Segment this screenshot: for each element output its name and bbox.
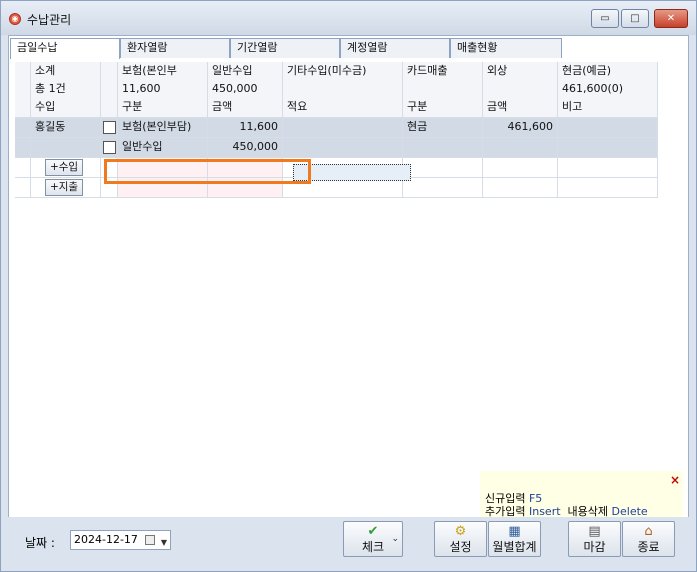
add-expense-button[interactable]: +지출 bbox=[45, 179, 83, 196]
monthly-total-label: 월별합계 bbox=[492, 540, 537, 554]
summary-values-row: 총 1건 11,600 450,000 461,600(0) bbox=[15, 80, 665, 100]
app-icon: ◉ bbox=[9, 13, 21, 25]
maximize-button[interactable]: □ bbox=[621, 9, 649, 28]
help-close-icon[interactable]: × bbox=[670, 473, 680, 487]
chevron-down-icon[interactable]: ▼ bbox=[161, 534, 167, 552]
card-sales-total bbox=[403, 80, 483, 100]
col-pay-amount: 금액 bbox=[483, 98, 558, 118]
header-insurance: 보험(본인부 bbox=[118, 62, 208, 82]
settings-label: 설정 bbox=[449, 540, 472, 554]
column-header-row: 수입 구분 금액 적요 구분 금액 비고 bbox=[15, 98, 665, 118]
highlight-box bbox=[104, 159, 311, 184]
app-window: ◉ 수납관리 ▭ □ ✕ 금일수납 환자열람 기간열람 계정열람 매출현황 소계… bbox=[0, 0, 697, 572]
row-category[interactable]: 일반수입 bbox=[118, 138, 208, 158]
patient-name[interactable]: 홍길동 bbox=[31, 118, 101, 138]
date-value[interactable]: 2024-12-17 bbox=[74, 533, 138, 546]
close-day-button[interactable]: ▤ 마감 bbox=[568, 521, 621, 557]
payments-grid: 소계 보험(본인부 일반수입 기타수입(미수금) 카드매출 외상 현금(예금) … bbox=[15, 62, 685, 198]
house-icon: ⌂ bbox=[644, 524, 653, 539]
row-pay-amount[interactable] bbox=[483, 138, 558, 158]
general-income-total: 450,000 bbox=[208, 80, 283, 100]
add-income-button[interactable]: +수입 bbox=[45, 159, 83, 176]
tab-sales-status[interactable]: 매출현황 bbox=[450, 38, 562, 58]
tab-period-browse[interactable]: 기간열람 bbox=[230, 38, 340, 58]
row-category[interactable]: 보험(본인부담) bbox=[118, 118, 208, 138]
row-note[interactable] bbox=[558, 118, 658, 138]
title-bar: ◉ 수납관리 ▭ □ ✕ bbox=[1, 1, 696, 35]
check-button[interactable]: ✔ 체크 ⌄ bbox=[343, 521, 403, 557]
header-cash: 현금(예금) bbox=[558, 62, 658, 82]
row-amount[interactable]: 450,000 bbox=[208, 138, 283, 158]
register-icon: ▤ bbox=[588, 524, 601, 539]
col-pay-type: 구분 bbox=[403, 98, 483, 118]
header-credit: 외상 bbox=[483, 62, 558, 82]
bottom-toolbar: 날짜 : 2024-12-17 ▼ ✔ 체크 ⌄ ⚙ 설정 ▦ 월별합계 ▤ 마… bbox=[8, 517, 689, 565]
table-row[interactable]: 일반수입 450,000 bbox=[15, 138, 665, 158]
settings-button[interactable]: ⚙ 설정 bbox=[434, 521, 487, 557]
date-picker[interactable]: 2024-12-17 ▼ bbox=[70, 530, 171, 550]
summary-header-row: 소계 보험(본인부 일반수입 기타수입(미수금) 카드매출 외상 현금(예금) bbox=[15, 62, 665, 82]
row-memo[interactable] bbox=[283, 118, 403, 138]
minimize-button[interactable]: ▭ bbox=[591, 9, 619, 28]
cash-total: 461,600(0) bbox=[558, 80, 658, 100]
col-income: 수입 bbox=[31, 98, 101, 118]
date-label: 날짜 : bbox=[25, 536, 55, 550]
header-card-sales: 카드매출 bbox=[403, 62, 483, 82]
tab-account-browse[interactable]: 계정열람 bbox=[340, 38, 450, 58]
tab-patient-browse[interactable]: 환자열람 bbox=[120, 38, 230, 58]
chevron-down-icon[interactable]: ⌄ bbox=[391, 534, 399, 544]
calendar-icon[interactable] bbox=[145, 535, 155, 545]
shortcut-help-panel: × 신규입력 F5 추가입력 Insert 내용삭제 Delete bbox=[480, 471, 683, 519]
tab-today-payments[interactable]: 금일수납 bbox=[10, 38, 120, 59]
window-title: 수납관리 bbox=[27, 13, 72, 27]
header-subtotal: 소계 bbox=[31, 62, 101, 82]
header-other-income: 기타수입(미수금) bbox=[283, 62, 403, 82]
table-row[interactable]: 홍길동 보험(본인부담) 11,600 현금 461,600 bbox=[15, 118, 665, 138]
row-checkbox[interactable] bbox=[103, 121, 116, 134]
gear-icon: ⚙ bbox=[454, 524, 467, 539]
col-amount: 금액 bbox=[208, 98, 283, 118]
exit-button[interactable]: ⌂ 종료 bbox=[622, 521, 675, 557]
close-button[interactable]: ✕ bbox=[654, 9, 688, 28]
header-general-income: 일반수입 bbox=[208, 62, 283, 82]
exit-label: 종료 bbox=[637, 540, 660, 554]
row-pay-type[interactable] bbox=[403, 138, 483, 158]
insurance-total: 11,600 bbox=[118, 80, 208, 100]
row-note[interactable] bbox=[558, 138, 658, 158]
row-pay-amount[interactable]: 461,600 bbox=[483, 118, 558, 138]
row-checkbox[interactable] bbox=[103, 141, 116, 154]
row-pay-type[interactable]: 현금 bbox=[403, 118, 483, 138]
chart-icon: ▦ bbox=[508, 524, 521, 539]
row-memo[interactable] bbox=[283, 138, 403, 158]
total-count: 총 1건 bbox=[31, 80, 101, 100]
col-category: 구분 bbox=[118, 98, 208, 118]
monthly-total-button[interactable]: ▦ 월별합계 bbox=[488, 521, 541, 557]
col-memo: 적요 bbox=[283, 98, 403, 118]
other-income-total bbox=[283, 80, 403, 100]
col-note: 비고 bbox=[558, 98, 658, 118]
main-panel: 금일수납 환자열람 기간열람 계정열람 매출현황 소계 보험(본인부 일반수입 … bbox=[8, 35, 689, 565]
credit-total bbox=[483, 80, 558, 100]
close-day-label: 마감 bbox=[583, 540, 606, 554]
row-amount[interactable]: 11,600 bbox=[208, 118, 283, 138]
